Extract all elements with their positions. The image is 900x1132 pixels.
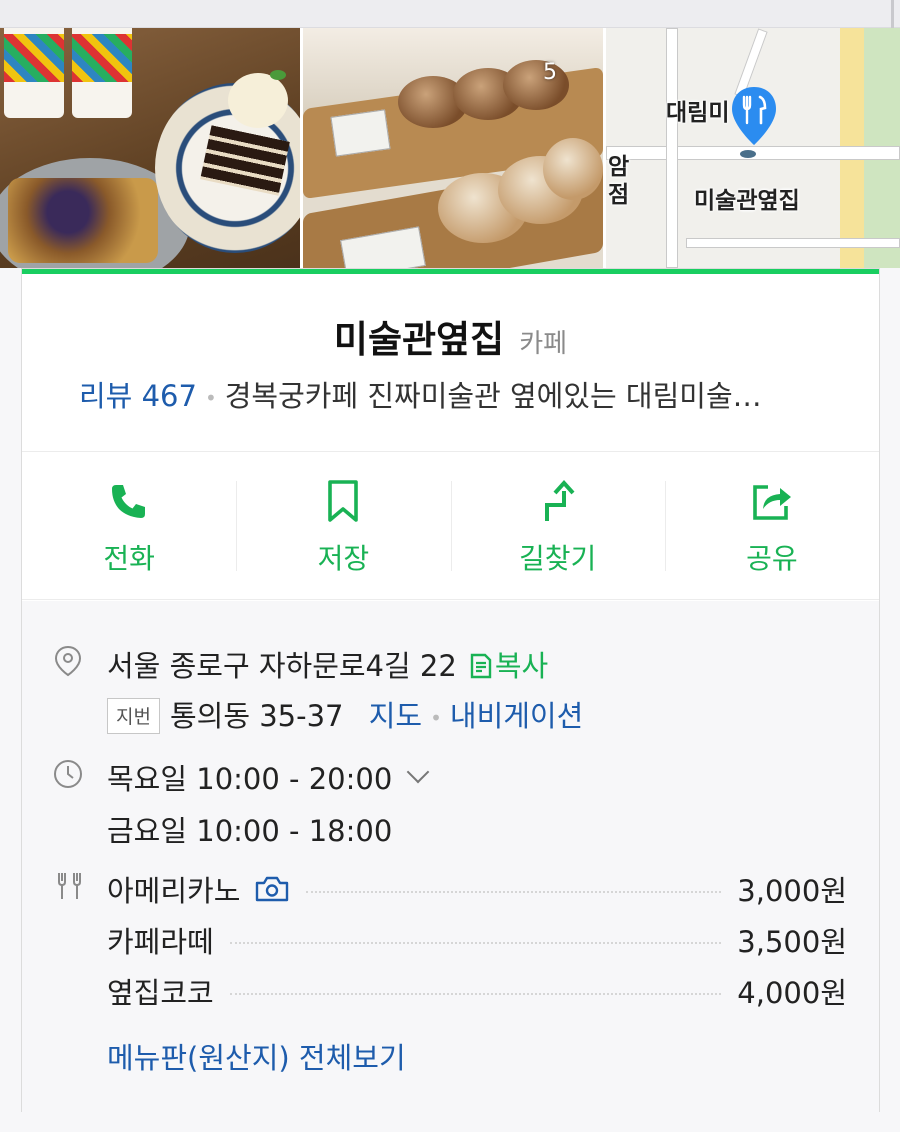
copy-label: 복사 — [494, 649, 549, 683]
detail-section: 서울 종로구 자하문로4길 22 복사 지번 통의동 35-37 지도 • 내비게이션 … — [22, 601, 879, 1112]
photo-strip[interactable]: 5 대림미 암 점 미술관옆집 — [0, 28, 900, 268]
directions-label: 길찾기 — [518, 542, 597, 575]
scroll-indicator — [891, 0, 894, 28]
cup-image — [4, 28, 64, 118]
hours-today[interactable]: 목요일 10:00 - 20:00 — [107, 756, 430, 798]
separator-dot: • — [430, 706, 442, 730]
cake-image — [8, 178, 158, 263]
chevron-down-icon[interactable] — [406, 760, 430, 784]
navigation-link[interactable]: 내비게이션 — [450, 699, 583, 733]
title-row: 미술관옆집 카페 — [22, 309, 879, 363]
address-line: 서울 종로구 자하문로4길 22 복사 — [107, 643, 548, 685]
review-count-link[interactable]: 리뷰 467 — [79, 379, 197, 413]
share-label: 공유 — [746, 542, 798, 575]
view-full-menu-link[interactable]: 메뉴판(원산지) 전체보기 — [107, 1035, 406, 1077]
clock-icon — [54, 760, 82, 788]
browser-top-strip — [0, 0, 900, 28]
map-thumbnail[interactable]: 대림미 암 점 미술관옆집 — [606, 28, 900, 268]
map-label-place: 미술관옆집 — [694, 188, 800, 214]
menu-item[interactable]: 아메리카노 3,000원 — [107, 871, 847, 908]
menu-item[interactable]: 카페라떼 3,500원 — [107, 922, 847, 959]
bookmark-icon — [328, 480, 359, 522]
jibeon-address: 통의동 35-37 — [169, 699, 344, 733]
menu-item-name: 아메리카노 — [107, 874, 241, 908]
save-label: 저장 — [317, 542, 370, 575]
photo-bread[interactable]: 5 — [303, 28, 603, 268]
copy-address-button[interactable]: 복사 — [469, 649, 548, 683]
save-button[interactable]: 저장 — [236, 453, 450, 599]
place-name[interactable]: 미술관옆집 — [334, 318, 504, 361]
photo-dessert[interactable] — [0, 28, 300, 268]
bread-image — [543, 138, 603, 200]
icecream-image — [228, 73, 288, 128]
jibeon-line: 지번 통의동 35-37 지도 • 내비게이션 — [107, 693, 583, 735]
directions-button[interactable]: 길찾기 — [450, 453, 665, 599]
menu-item-price: 4,000원 — [737, 976, 847, 1010]
divider — [22, 451, 879, 452]
share-icon — [753, 485, 791, 520]
photo-count: 5 — [543, 60, 557, 85]
pin-shadow — [740, 150, 756, 158]
camera-icon[interactable] — [254, 875, 290, 903]
road-address[interactable]: 서울 종로구 자하문로4길 22 — [107, 649, 457, 683]
map-link[interactable]: 지도 — [369, 699, 422, 733]
price-tag-image — [330, 109, 391, 157]
share-button[interactable]: 공유 — [664, 453, 879, 599]
copy-icon — [470, 653, 492, 679]
cup-image — [72, 28, 132, 118]
card-accent-bar — [22, 269, 879, 274]
hours-line-2: 금요일 10:00 - 18:00 — [107, 814, 393, 848]
place-description[interactable]: 경복궁카페 진짜미술관 옆에있는 대림미술… — [225, 379, 762, 413]
menu-item-name: 카페라떼 — [107, 925, 214, 959]
menu-item-name: 옆집코코 — [107, 976, 214, 1010]
menu-leader-line — [306, 891, 722, 893]
map-label-daerim: 대림미 — [666, 100, 730, 126]
divider — [22, 599, 879, 600]
directions-icon — [544, 480, 575, 521]
menu-item[interactable]: 옆집코코 4,000원 — [107, 973, 847, 1010]
menu-leader-line — [229, 993, 722, 995]
call-label: 전화 — [103, 542, 155, 575]
phone-icon — [112, 485, 146, 518]
action-bar: 전화 저장 길찾기 공유 — [22, 453, 879, 599]
map-label-side: 암 점 — [608, 154, 630, 208]
menu-item-price: 3,000원 — [737, 874, 847, 908]
bread-image — [503, 60, 569, 110]
place-card: 미술관옆집 카페 리뷰 467 • 경복궁카페 진짜미술관 옆에있는 대림미술… 전… — [21, 268, 880, 1112]
mint-leaf-image — [270, 70, 286, 80]
menu-item-price: 3,500원 — [737, 925, 847, 959]
location-pin-icon — [54, 645, 82, 677]
hours-line-1: 목요일 10:00 - 20:00 — [107, 762, 393, 796]
summary-row: 리뷰 467 • 경복궁카페 진짜미술관 옆에있는 대림미술… — [79, 373, 859, 415]
restaurant-pin-icon[interactable] — [730, 85, 778, 147]
separator-dot: • — [204, 386, 217, 410]
fork-knife-icon — [58, 873, 81, 899]
menu-leader-line — [229, 942, 722, 944]
call-button[interactable]: 전화 — [22, 453, 236, 599]
place-category: 카페 — [519, 329, 568, 359]
jibeon-tag: 지번 — [107, 698, 160, 734]
